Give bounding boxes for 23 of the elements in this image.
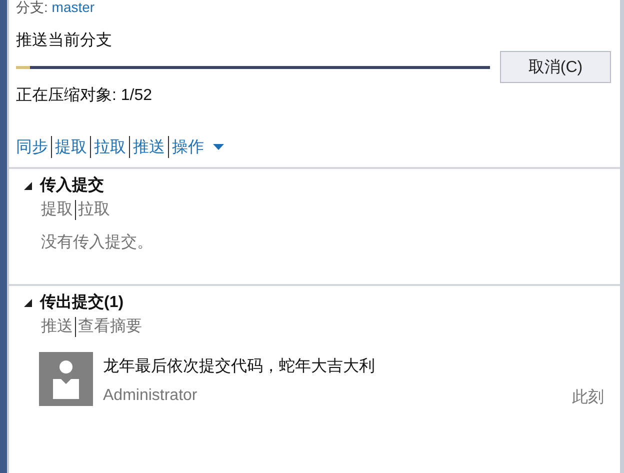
- commit-message: 龙年最后依次提交代码，蛇年大吉大利: [103, 356, 376, 377]
- actions-menu[interactable]: 操作: [172, 136, 224, 158]
- section-link[interactable]: 查看摘要: [78, 316, 142, 337]
- section-title: 传入提交: [40, 175, 104, 196]
- action-link[interactable]: 推送: [133, 136, 165, 158]
- commit-time: 此刻: [572, 388, 604, 408]
- section-title: 传出提交(1): [40, 292, 124, 313]
- branch-label: 分支: master: [15, 0, 96, 14]
- cancel-button[interactable]: 取消(C): [500, 51, 611, 83]
- expand-icon[interactable]: [23, 180, 33, 190]
- section-link[interactable]: 提取: [41, 199, 73, 220]
- empty-message: 没有传入提交。: [40, 232, 154, 253]
- caret-icon: [213, 144, 224, 150]
- progress-status: 正在压缩对象: 1/52: [16, 86, 154, 106]
- expand-icon[interactable]: [23, 298, 33, 308]
- action-link[interactable]: 同步: [16, 136, 48, 158]
- action-link[interactable]: 拉取: [94, 136, 126, 158]
- action-link[interactable]: 提取: [55, 136, 87, 158]
- commit-author: Administrator: [103, 387, 198, 406]
- operation-title: 推送当前分支: [16, 30, 113, 51]
- avatar-icon: [39, 352, 93, 406]
- section-link[interactable]: 推送: [41, 316, 73, 337]
- section-link[interactable]: 拉取: [78, 199, 110, 220]
